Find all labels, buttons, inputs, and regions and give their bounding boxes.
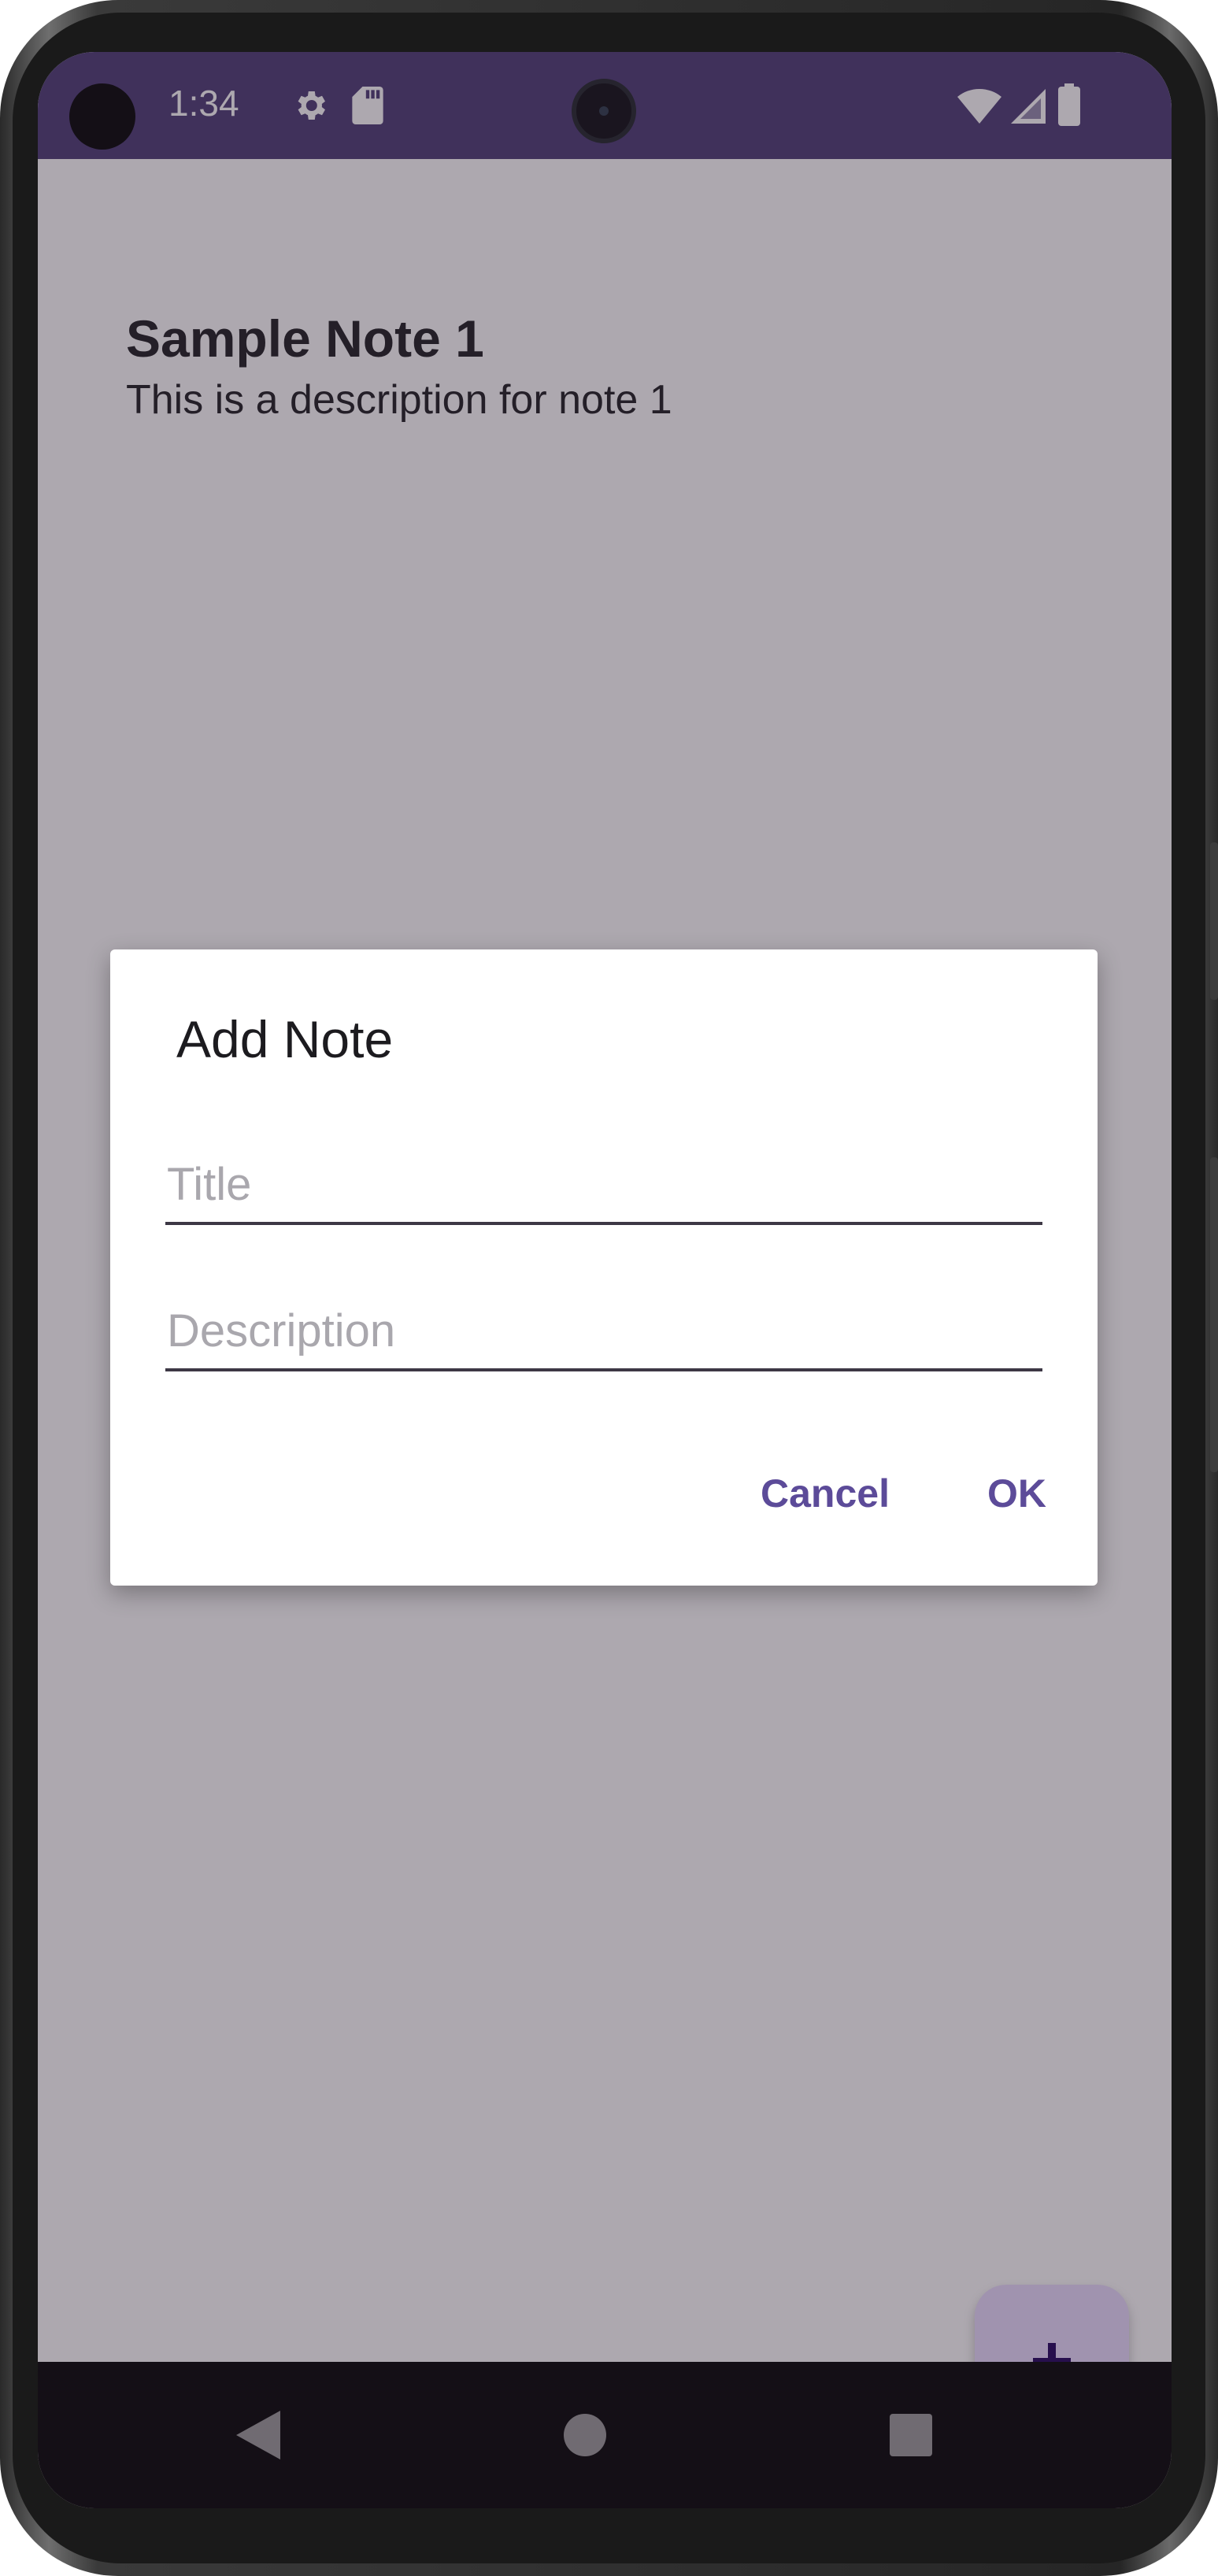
title-input[interactable] xyxy=(165,1131,1042,1225)
ok-button[interactable]: OK xyxy=(987,1471,1046,1516)
description-input[interactable] xyxy=(165,1277,1042,1371)
volume-button xyxy=(1210,842,1218,1000)
power-button xyxy=(1210,1157,1218,1472)
cancel-button[interactable]: Cancel xyxy=(761,1471,890,1516)
dialog-title: Add Note xyxy=(176,1010,394,1068)
add-note-dialog: Add Note Cancel OK xyxy=(110,949,1098,1586)
phone-frame: Sample Note 1 This is a description for … xyxy=(0,0,1218,2576)
screen: Sample Note 1 This is a description for … xyxy=(38,52,1172,2508)
